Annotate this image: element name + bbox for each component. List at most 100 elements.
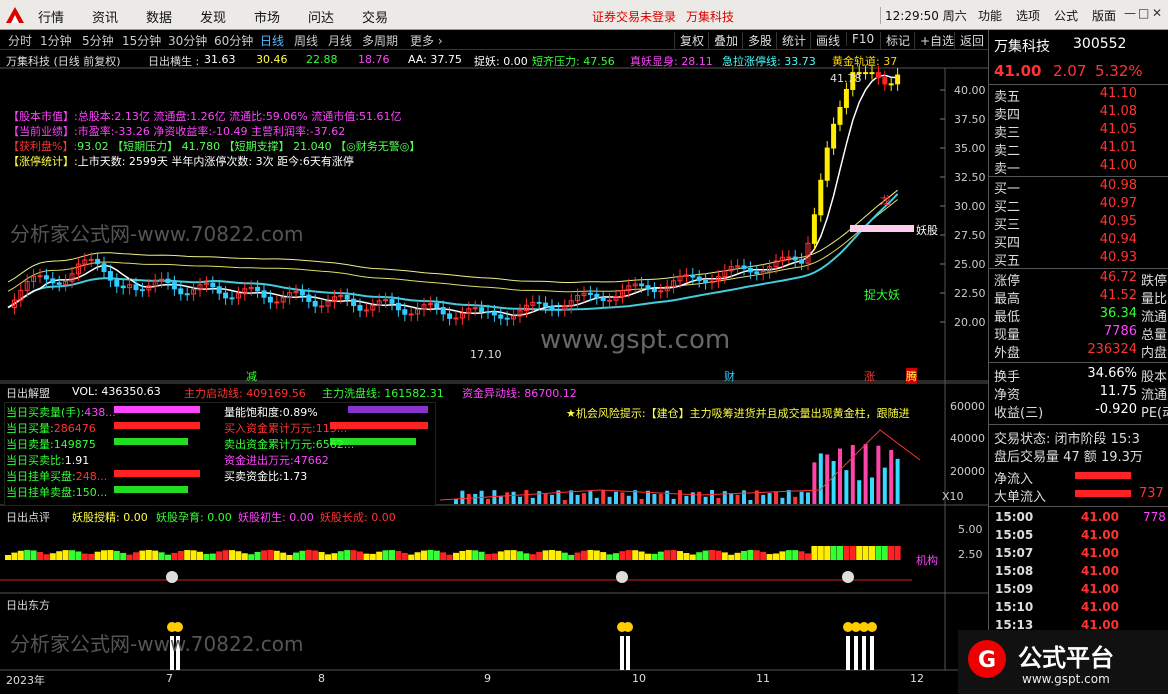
p3-bar xyxy=(881,546,888,560)
tool-button[interactable]: 叠加 xyxy=(708,32,738,49)
tool-button[interactable]: 画线 xyxy=(810,32,840,49)
menu-item[interactable]: 交易 xyxy=(362,7,388,26)
login-warning[interactable]: 证券交易未登录 xyxy=(592,8,676,25)
candle-body xyxy=(101,263,107,273)
volume-bar xyxy=(530,497,535,504)
period-tab[interactable]: 60分钟 xyxy=(214,32,253,49)
candle-body xyxy=(43,275,49,280)
ask-row[interactable]: 卖四 41.08 xyxy=(991,104,1167,123)
tool-button[interactable]: 复权 xyxy=(674,32,704,49)
p3-bar xyxy=(286,554,293,560)
bid-row[interactable]: 买五 40.93 xyxy=(991,250,1167,269)
p3-bar xyxy=(529,554,536,560)
bid-row[interactable]: 买四 40.94 xyxy=(991,232,1167,251)
p3-bar xyxy=(651,553,658,560)
p3-bar xyxy=(357,551,363,560)
candle-body xyxy=(107,271,113,281)
p3-bar xyxy=(427,550,434,560)
period-tab[interactable]: 5分钟 xyxy=(82,32,114,49)
menu-item[interactable]: 功能 xyxy=(978,7,1002,24)
candle-body xyxy=(223,292,229,299)
volume-bar xyxy=(614,491,618,504)
period-tab[interactable]: 多周期 xyxy=(362,32,398,49)
close-icon[interactable]: ✕ xyxy=(1152,6,1162,20)
menu-item[interactable]: 选项 xyxy=(1016,7,1040,24)
vol-stat: 当日卖量:149875 xyxy=(6,438,96,451)
candle-body xyxy=(165,278,171,284)
jl-value: 急拉涨停线: 33.73 xyxy=(722,55,816,68)
menu-item[interactable]: 数据 xyxy=(146,7,172,26)
candle-body xyxy=(184,293,190,296)
period-tab[interactable]: 周线 xyxy=(294,32,318,49)
p3-title: 日出点评 xyxy=(6,511,50,524)
candle-body xyxy=(645,285,651,290)
price-tick: 20.00 xyxy=(954,316,986,329)
candle-body xyxy=(357,305,363,311)
p3-item: 妖股初生: 0.00 xyxy=(238,511,314,524)
ask-row[interactable]: 卖五 41.10 xyxy=(991,86,1167,105)
ask-row[interactable]: 卖二 41.01 xyxy=(991,140,1167,159)
period-tab[interactable]: 1分钟 xyxy=(40,32,72,49)
ask-row[interactable]: 卖一 41.00 xyxy=(991,158,1167,177)
candle-body xyxy=(543,302,549,307)
candle-body xyxy=(139,289,145,292)
candle-body xyxy=(888,83,894,86)
main-title: 万集科技 (日线 前复权) xyxy=(6,55,121,68)
period-tab[interactable]: 更多 › xyxy=(410,32,443,49)
period-tab[interactable]: 月线 xyxy=(328,32,352,49)
tool-button[interactable]: F10 xyxy=(846,32,874,46)
period-tab[interactable]: 分时 xyxy=(8,32,32,49)
volume-bar xyxy=(626,495,631,504)
chart-area[interactable]: 万集科技 (日线 前复权) 日出横生 : 31.63 30.46 22.88 1… xyxy=(0,50,988,690)
low-label: 17.10 xyxy=(470,348,502,361)
p3-bar xyxy=(190,550,197,560)
p3-bar xyxy=(165,554,171,560)
tool-button[interactable]: 多股 xyxy=(742,32,772,49)
menu-item[interactable]: 市场 xyxy=(254,7,280,26)
net-inflow: 净流入 xyxy=(991,468,1167,487)
stock-tag: 万集科技 xyxy=(686,10,735,24)
volume-bar xyxy=(562,499,567,504)
tool-button[interactable]: 统计 xyxy=(776,32,806,49)
p3-bar xyxy=(120,552,127,560)
menu-item[interactable]: 行情 xyxy=(38,7,64,26)
minimize-icon[interactable]: — xyxy=(1124,6,1136,20)
maximize-icon[interactable]: □ xyxy=(1138,6,1149,20)
volume-bar xyxy=(607,496,612,504)
tool-button[interactable]: 标记 xyxy=(880,32,910,49)
p3-bar xyxy=(267,550,274,560)
menu-item[interactable]: 发现 xyxy=(200,7,226,26)
tick-row: 15:07 41.00 xyxy=(995,546,1119,560)
menu-item[interactable]: 资讯 xyxy=(92,7,118,26)
tool-button[interactable]: 返回 xyxy=(954,32,984,49)
bid-row[interactable]: 买二 40.97 xyxy=(991,196,1167,215)
p3-bar xyxy=(139,550,146,560)
menu-item[interactable]: 问达 xyxy=(308,7,334,26)
stat-row: 换手 34.66% 股本 xyxy=(994,366,1168,385)
vol-tick: 60000 xyxy=(950,400,985,413)
ask-row[interactable]: 卖三 41.05 xyxy=(991,122,1167,141)
bid-row[interactable]: 买三 40.95 xyxy=(991,214,1167,233)
menu-item[interactable]: 公式 xyxy=(1054,7,1078,24)
p3-bar xyxy=(549,550,555,560)
clock: 12:29:50 周六 xyxy=(880,7,967,24)
yao-label: 妖股 xyxy=(916,224,938,237)
volume-bar xyxy=(652,493,657,504)
period-tab[interactable]: 15分钟 xyxy=(122,32,161,49)
candle-body xyxy=(895,74,901,85)
menu-item[interactable]: 版面 xyxy=(1092,7,1116,24)
p3-bar xyxy=(766,554,773,560)
tool-button[interactable]: +自选 xyxy=(914,32,954,49)
bid-row[interactable]: 买一 40.98 xyxy=(991,178,1167,197)
volume-bar xyxy=(658,493,663,504)
tick-row: 15:08 41.00 xyxy=(995,564,1119,578)
period-tab-active[interactable]: 日线 xyxy=(260,32,284,49)
candle-body xyxy=(639,283,645,287)
price-tick: 40.00 xyxy=(954,84,986,97)
p3-bar xyxy=(107,550,114,560)
vol-stat: 当日买卖比:1.91 xyxy=(6,454,90,467)
candle-body xyxy=(171,282,177,290)
info-line: 【股本市值】:总股本:2.13亿 流通盘:1.26亿 流通比:59.06% 流通… xyxy=(8,110,402,123)
candle-body xyxy=(178,288,184,295)
period-tab[interactable]: 30分钟 xyxy=(168,32,207,49)
